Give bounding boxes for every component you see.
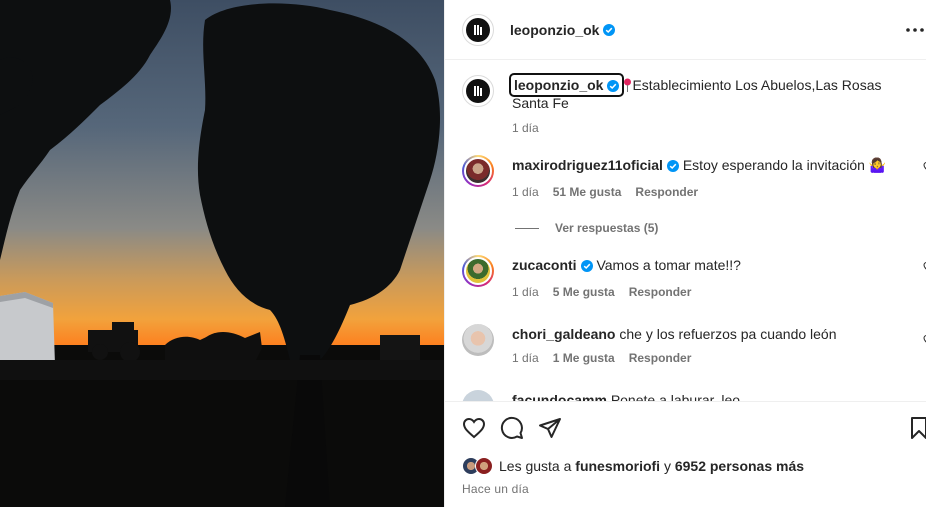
comment-time[interactable]: 1 día <box>512 285 539 299</box>
commenter-avatar[interactable] <box>462 155 494 187</box>
caption-meta: 1 día <box>512 121 539 135</box>
commenter-username[interactable]: facundocamm <box>512 392 607 401</box>
liked-by-avatars[interactable] <box>462 457 493 475</box>
caption-row: leoponzio_ok Establecimiento Los Abuelos,… <box>462 73 926 135</box>
commenter-username[interactable]: zucaconti <box>512 257 577 273</box>
liked-by-user[interactable]: funesmoriofi <box>575 458 660 474</box>
comment-text-block: zucaconti Vamos a tomar mate!!? <box>512 256 907 274</box>
liked-by-middle: y <box>663 458 671 474</box>
verified-badge-icon <box>666 160 679 173</box>
comment-text: Vamos a tomar mate!!? <box>596 257 741 273</box>
comment-likes-count[interactable]: 51 Me gusta <box>553 185 622 199</box>
view-replies-button[interactable]: Ver respuestas (5) <box>515 221 658 235</box>
action-icons <box>462 416 562 440</box>
comment-text-block: facundocamm Ponete a laburar, leo <box>512 391 907 401</box>
post-header: leoponzio_ok <box>445 0 926 60</box>
more-horizontal-icon <box>906 28 924 32</box>
view-replies-label: Ver respuestas (5) <box>555 221 659 235</box>
liked-by-others[interactable]: 6952 personas más <box>675 458 804 474</box>
liked-by-prefix: Les gusta a <box>499 458 572 474</box>
commenter-username[interactable]: chori_galdeano <box>512 326 615 342</box>
comment-meta: 1 día 1 Me gusta Responder <box>512 351 691 365</box>
logo-icon <box>474 86 482 96</box>
caption-author-avatar[interactable] <box>462 75 494 107</box>
comment-text: Ponete a laburar, leo <box>610 392 741 401</box>
heart-icon <box>462 417 486 439</box>
comment-text: Estoy esperando la invitación 🤷‍♀️ <box>682 157 887 173</box>
comment-meta: 1 día 5 Me gusta Responder <box>512 285 691 299</box>
caption-author-link[interactable]: leoponzio_ok <box>508 73 625 97</box>
share-button[interactable] <box>538 416 562 440</box>
comment-likes-count[interactable]: 1 Me gusta <box>553 351 615 365</box>
comment-text-block: chori_galdeano che y los refuerzos pa cu… <box>512 325 907 343</box>
verified-badge-icon <box>580 260 593 273</box>
comment-row: zucaconti Vamos a tomar mate!!? 1 día 5 … <box>462 255 926 315</box>
comment-text: che y los refuerzos pa cuando león <box>619 326 837 342</box>
share-icon <box>539 418 561 438</box>
more-options-button[interactable] <box>905 20 925 40</box>
commenter-avatar[interactable] <box>462 390 494 401</box>
post-timestamp[interactable]: Hace un día <box>462 482 529 496</box>
comment-time[interactable]: 1 día <box>512 351 539 365</box>
comment-row: facundocamm Ponete a laburar, leo <box>462 390 926 401</box>
verified-badge-icon <box>603 23 616 36</box>
post-side-panel: leoponzio_ok leoponzio_ok Establecimient… <box>444 0 926 507</box>
comment-row: maxirodriguez11oficial Estoy esperando l… <box>462 155 926 215</box>
comment-time[interactable]: 1 día <box>512 185 539 199</box>
author-username[interactable]: leoponzio_ok <box>510 22 599 38</box>
divider-line <box>515 227 539 229</box>
commenter-username[interactable]: maxirodriguez11oficial <box>512 157 663 173</box>
liker-avatar <box>475 457 493 475</box>
logo-icon <box>474 24 482 35</box>
caption-username[interactable]: leoponzio_ok <box>514 77 603 93</box>
commenter-avatar[interactable] <box>462 255 494 287</box>
like-button[interactable] <box>462 416 486 440</box>
comment-meta: 1 día 51 Me gusta Responder <box>512 185 698 199</box>
comment-icon <box>500 416 523 439</box>
post-photo[interactable] <box>0 0 444 507</box>
post-actions: Les gusta a funesmoriofi y 6952 personas… <box>445 401 926 507</box>
caption-text-block: leoponzio_ok Establecimiento Los Abuelos,… <box>508 73 907 112</box>
caption-time[interactable]: 1 día <box>512 121 539 135</box>
bookmark-icon[interactable] <box>907 416 926 440</box>
sunset-silhouette-image <box>0 0 444 507</box>
comment-button[interactable] <box>500 416 524 440</box>
author-avatar[interactable] <box>462 13 494 46</box>
liked-by-line: Les gusta a funesmoriofi y 6952 personas… <box>462 457 804 475</box>
verified-badge-icon <box>607 80 620 93</box>
comments-section: leoponzio_ok Establecimiento Los Abuelos,… <box>445 61 926 401</box>
comment-likes-count[interactable]: 5 Me gusta <box>553 285 615 299</box>
comment-reply-button[interactable]: Responder <box>635 185 698 199</box>
commenter-avatar[interactable] <box>462 324 494 356</box>
comment-row: chori_galdeano che y los refuerzos pa cu… <box>462 324 926 384</box>
comment-reply-button[interactable]: Responder <box>629 351 692 365</box>
comment-text-block: maxirodriguez11oficial Estoy esperando l… <box>512 156 907 174</box>
comment-reply-button[interactable]: Responder <box>629 285 692 299</box>
